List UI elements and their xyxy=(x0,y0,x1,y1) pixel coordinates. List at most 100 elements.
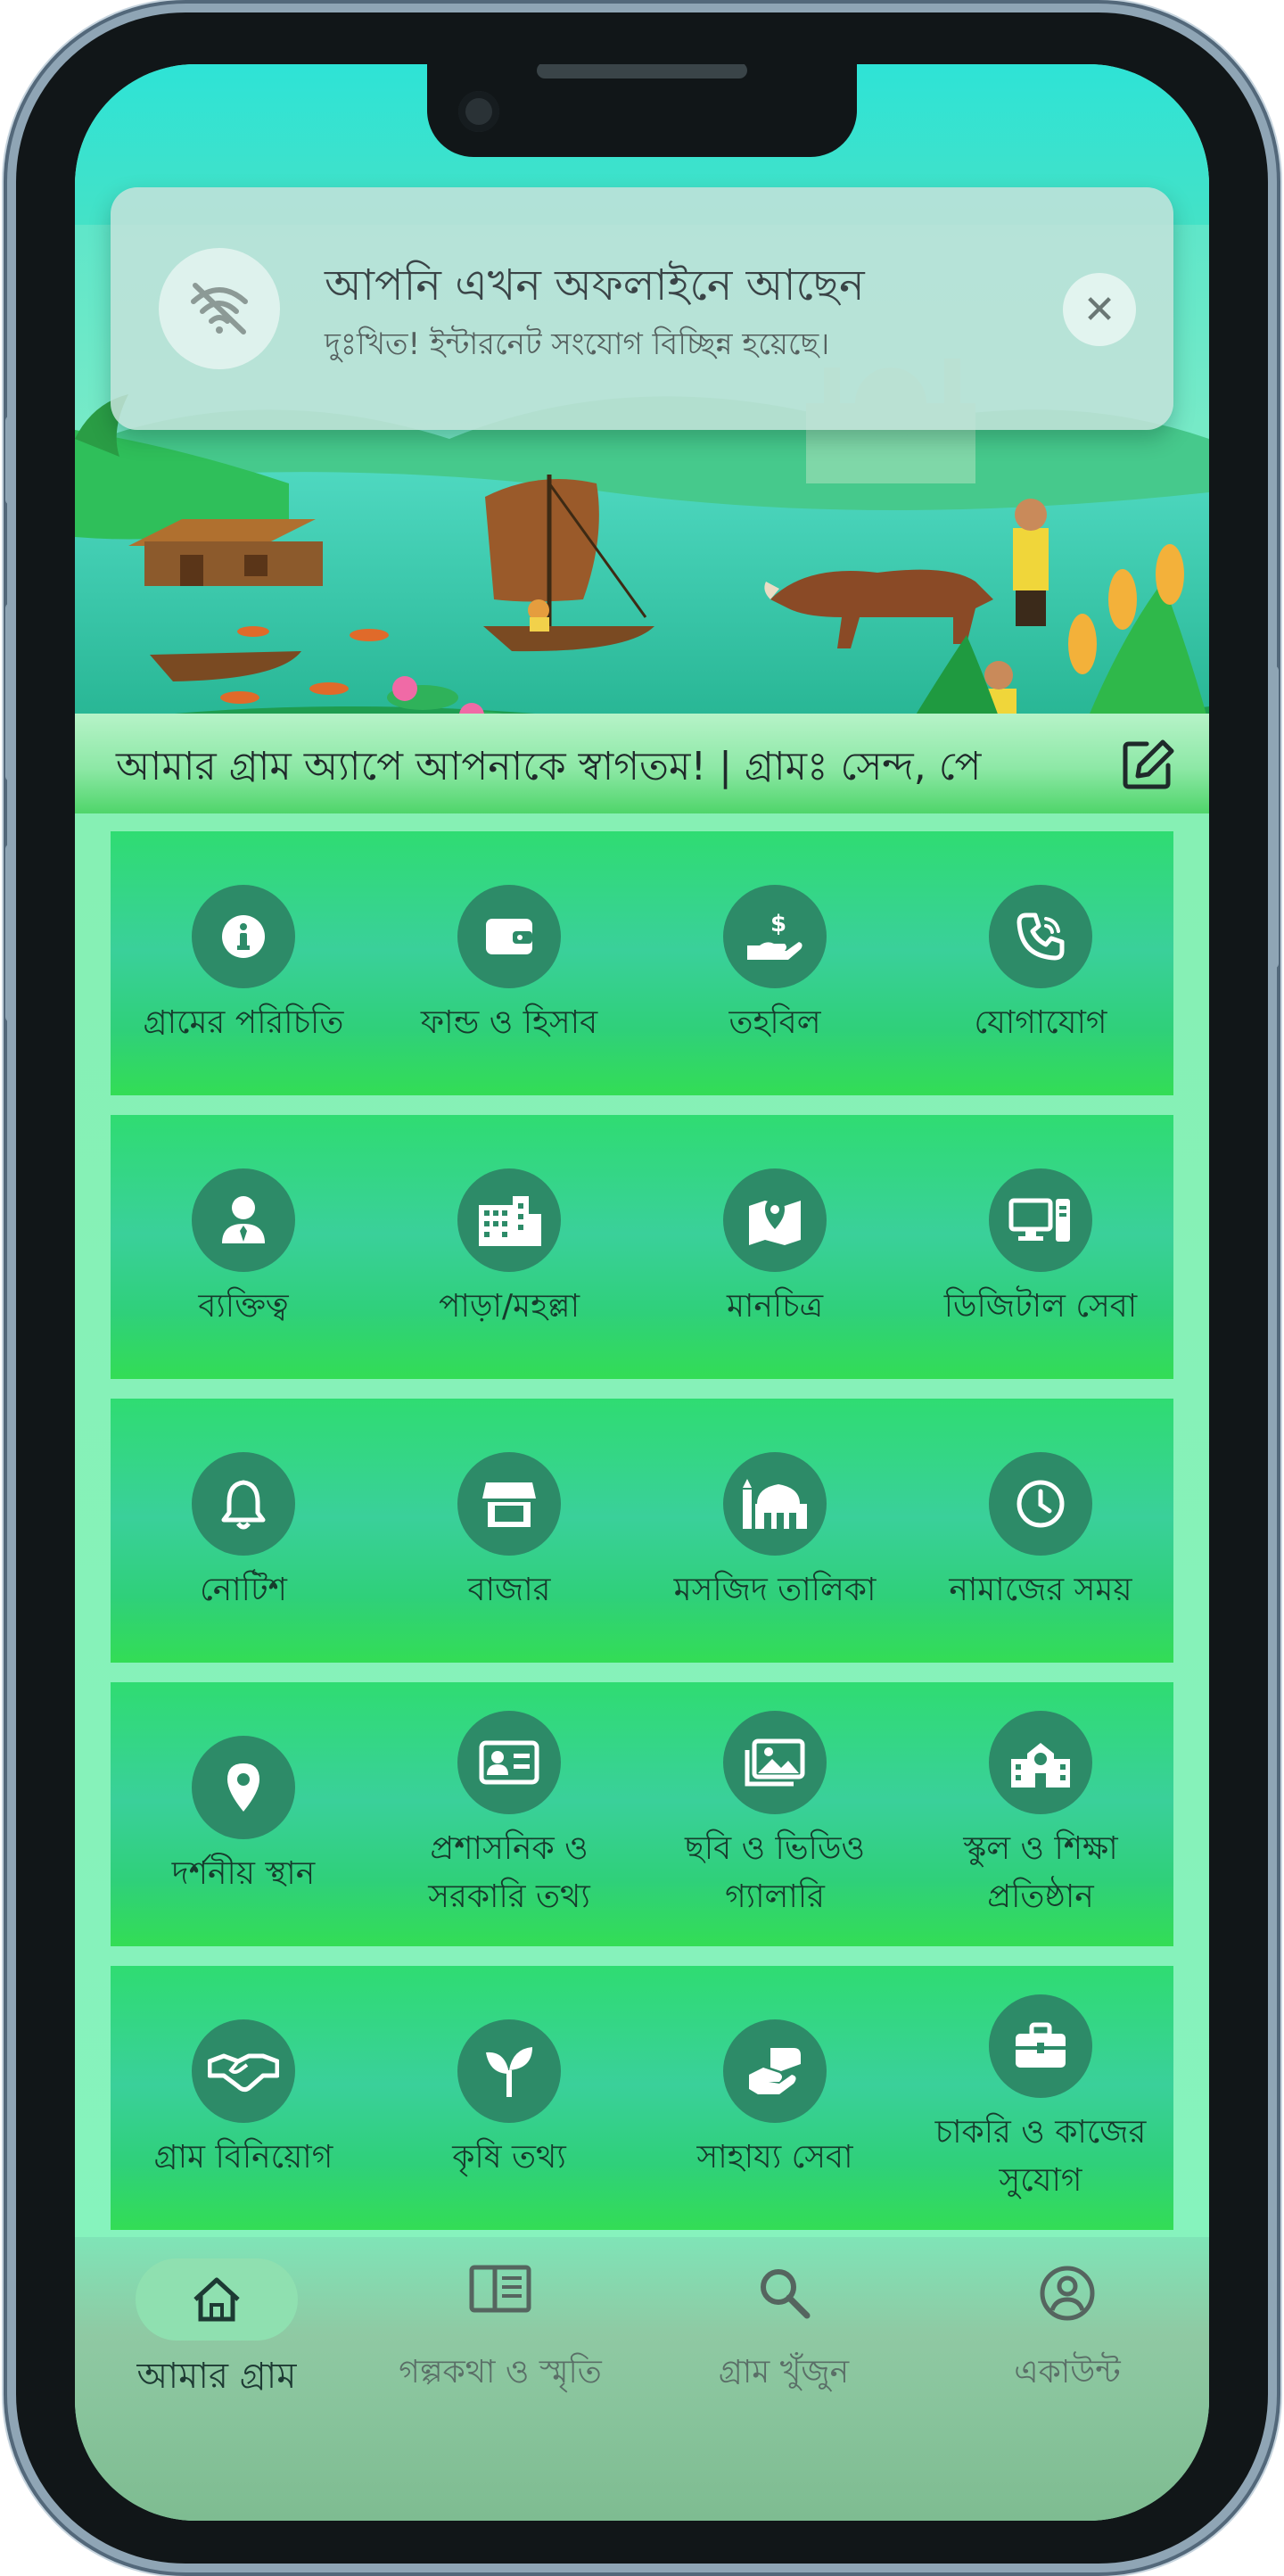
map-icon xyxy=(723,1168,827,1272)
menu-label: ফান্ড ও হিসাব xyxy=(420,1004,598,1041)
wifi-off-icon xyxy=(159,248,280,369)
menu-card-row-1: গ্রামের পরিচিতি ফান্ড ও হিসাব $ তহবিল যো… xyxy=(111,831,1173,1095)
id-card-icon xyxy=(457,1711,561,1814)
menu-item-fund-accounts[interactable]: ফান্ড ও হিসাব xyxy=(376,831,642,1095)
welcome-marquee-text: আমার গ্রাম অ্যাপে আপনাকে স্বাগতম! | গ্রা… xyxy=(116,744,982,789)
menu-item-school-education[interactable]: স্কুল ও শিক্ষা প্রতিষ্ঠান xyxy=(908,1682,1173,1946)
computer-icon xyxy=(989,1168,1092,1272)
location-pin-icon xyxy=(192,1736,295,1839)
menu-label: নোটিশ xyxy=(200,1572,287,1608)
menu-label-line2: প্রতিষ্ঠান xyxy=(987,1878,1094,1915)
menu-label: কৃষি তথ্য xyxy=(452,2139,566,2176)
menu-card-row-5: গ্রাম বিনিয়োগ কৃষি তথ্য সাহায্য সেবা চা… xyxy=(111,1966,1173,2230)
sprout-icon xyxy=(457,2019,561,2123)
side-button-power xyxy=(1268,665,1279,969)
menu-item-mosque-list[interactable]: মসজিদ তালিকা xyxy=(642,1399,908,1663)
store-icon xyxy=(457,1452,561,1556)
menu-item-digital-services[interactable]: ডিজিটাল সেবা xyxy=(908,1115,1173,1379)
side-button-mute xyxy=(5,416,16,505)
menu-label: সাহায্য সেবা xyxy=(696,2139,853,2176)
menu-label: প্রশাসনিক ও xyxy=(430,1830,588,1867)
hand-dollar-icon: $ xyxy=(723,885,827,988)
briefcase-icon xyxy=(989,1994,1092,2098)
clock-icon xyxy=(989,1452,1092,1556)
menu-label: চাকরি ও কাজের xyxy=(934,2114,1147,2151)
menu-item-map[interactable]: মানচিত্র xyxy=(642,1115,908,1379)
book-icon xyxy=(358,2264,642,2314)
menu-item-village-intro[interactable]: গ্রামের পরিচিতি xyxy=(111,831,376,1095)
menu-item-help-service[interactable]: সাহায্য সেবা xyxy=(642,1966,908,2230)
menu-item-neighborhood[interactable]: পাড়া/মহল্লা xyxy=(376,1115,642,1379)
handshake-icon xyxy=(192,2019,295,2123)
bottom-navigation: আমার গ্রাম গল্পকথা ও স্মৃতি গ্রাম খুঁজুন… xyxy=(75,2237,1209,2521)
wallet-icon xyxy=(457,885,561,988)
menu-label-line2: গ্যালারি xyxy=(725,1878,825,1915)
menu-item-notice[interactable]: নোটিশ xyxy=(111,1399,376,1663)
menu-label-line2: সরকারি তথ্য xyxy=(428,1878,590,1915)
menu-label: নামাজের সময় xyxy=(949,1572,1132,1608)
menu-label: মসজিদ তালিকা xyxy=(673,1572,877,1608)
side-button-volume-up xyxy=(5,603,16,781)
nav-tab-search-village[interactable]: গ্রাম খুঁজুন xyxy=(642,2237,926,2415)
welcome-bar: আমার গ্রাম অ্যাপে আপনাকে স্বাগতম! | গ্রা… xyxy=(75,714,1209,813)
buildings-icon xyxy=(457,1168,561,1272)
menu-item-tourist-spots[interactable]: দর্শনীয় স্থান xyxy=(111,1682,376,1946)
menu-label: মানচিত্র xyxy=(726,1288,824,1325)
menu-label-line2: সুযোগ xyxy=(999,2162,1082,2199)
gallery-icon xyxy=(723,1711,827,1814)
menu-item-personalities[interactable]: ব্যক্তিত্ব xyxy=(111,1115,376,1379)
nav-label: গল্পকথা ও স্মৃতি xyxy=(399,2354,602,2390)
menu-item-village-investment[interactable]: গ্রাম বিনিয়োগ xyxy=(111,1966,376,2230)
nav-tab-stories[interactable]: গল্পকথা ও স্মৃতি xyxy=(358,2237,642,2415)
edit-icon[interactable] xyxy=(1120,737,1177,794)
account-icon xyxy=(926,2264,1209,2323)
menu-card-row-2: ব্যক্তিত্ব পাড়া/মহল্লা মানচিত্র ডিজিটাল… xyxy=(111,1115,1173,1379)
nav-label: আমার গ্রাম xyxy=(136,2356,297,2397)
nav-tab-my-village[interactable]: আমার গ্রাম xyxy=(75,2237,358,2415)
menu-item-contact[interactable]: যোগাযোগ xyxy=(908,831,1173,1095)
menu-label: ব্যক্তিত্ব xyxy=(198,1288,289,1325)
menu-label: গ্রাম বিনিয়োগ xyxy=(153,2139,333,2176)
person-tie-icon xyxy=(192,1168,295,1272)
menu-item-admin-info[interactable]: প্রশাসনিক ও সরকারি তথ্য xyxy=(376,1682,642,1946)
menu-item-jobs-opportunity[interactable]: চাকরি ও কাজের সুযোগ xyxy=(908,1966,1173,2230)
menu-label: পাড়া/মহল্লা xyxy=(438,1288,580,1325)
menu-label: ডিজিটাল সেবা xyxy=(943,1288,1138,1325)
svg-text:$: $ xyxy=(770,911,786,937)
nav-label: একাউন্ট xyxy=(1014,2354,1121,2390)
menu-label: গ্রামের পরিচিতি xyxy=(143,1004,344,1041)
menu-item-treasury[interactable]: $ তহবিল xyxy=(642,831,908,1095)
menu-label: স্কুল ও শিক্ষা xyxy=(963,1830,1118,1867)
nav-label: গ্রাম খুঁজুন xyxy=(718,2354,850,2390)
menu-item-market[interactable]: বাজার xyxy=(376,1399,642,1663)
phone-call-icon xyxy=(989,885,1092,988)
menu-card-row-3: নোটিশ বাজার মসজিদ তালিকা নামাজের সময় xyxy=(111,1399,1173,1663)
side-button-volume-down xyxy=(5,844,16,1022)
close-button[interactable]: ✕ xyxy=(1063,273,1136,346)
bell-icon xyxy=(192,1452,295,1556)
menu-grid: গ্রামের পরিচিতি ফান্ড ও হিসাব $ তহবিল যো… xyxy=(75,813,1209,2250)
nav-tab-account[interactable]: একাউন্ট xyxy=(926,2237,1209,2415)
app-screen: আপনি এখন অফলাইনে আছেন দুঃখিত! ইন্টারনেট … xyxy=(75,64,1209,2521)
menu-label: তহবিল xyxy=(728,1004,821,1041)
menu-card-row-4: দর্শনীয় স্থান প্রশাসনিক ও সরকারি তথ্য ছ… xyxy=(111,1682,1173,1946)
speaker-grille xyxy=(537,64,747,78)
offline-alert: আপনি এখন অফলাইনে আছেন দুঃখিত! ইন্টারনেট … xyxy=(111,187,1173,430)
nav-active-indicator xyxy=(136,2258,298,2341)
menu-item-prayer-time[interactable]: নামাজের সময় xyxy=(908,1399,1173,1663)
menu-label: বাজার xyxy=(467,1572,551,1608)
school-icon xyxy=(989,1711,1092,1814)
offline-message: দুঃখিত! ইন্টারনেট সংযোগ বিচ্ছিন্ন হয়েছে… xyxy=(325,326,830,362)
home-icon xyxy=(193,2277,240,2322)
menu-label: ছবি ও ভিডিও xyxy=(685,1830,865,1867)
menu-label: যোগাযোগ xyxy=(974,1004,1107,1041)
camera-icon xyxy=(458,91,499,132)
mosque-icon xyxy=(723,1452,827,1556)
offline-title: আপনি এখন অফলাইনে আছেন xyxy=(325,260,865,310)
menu-item-agriculture-info[interactable]: কৃষি তথ্য xyxy=(376,1966,642,2230)
info-icon xyxy=(192,885,295,988)
helping-hand-icon xyxy=(723,2019,827,2123)
menu-item-photo-gallery[interactable]: ছবি ও ভিডিও গ্যালারি xyxy=(642,1682,908,1946)
menu-label: দর্শনীয় স্থান xyxy=(171,1855,316,1892)
search-icon xyxy=(642,2264,926,2321)
